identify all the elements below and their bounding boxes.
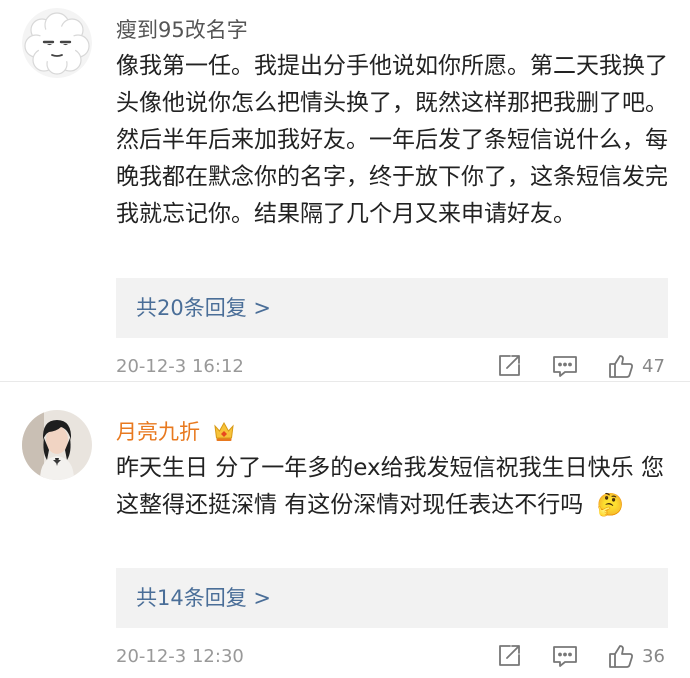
share-icon[interactable]	[496, 643, 522, 669]
comment-meta: 20-12-3 16:12 47	[116, 353, 676, 383]
comment-text: 昨天生日 分了一年多的ex给我发短信祝我生日快乐 您这整得还挺深情 有这份深情对…	[116, 450, 676, 524]
comment-divider	[0, 381, 690, 382]
view-replies-button[interactable]: 共14条回复 >	[116, 568, 668, 628]
replies-label: 共20条回复 >	[136, 296, 271, 320]
view-replies-button[interactable]: 共20条回复 >	[116, 278, 668, 338]
comment-timestamp: 20-12-3 16:12	[116, 356, 244, 377]
share-icon[interactable]	[496, 353, 522, 379]
username-text: 月亮九折	[116, 420, 200, 444]
replies-label: 共14条回复 >	[136, 586, 271, 610]
comment-username[interactable]: 瘦到95改名字	[116, 14, 248, 44]
vip-crown-badge-icon	[213, 421, 235, 447]
thinking-face-emoji: 🤔	[596, 493, 625, 518]
like-count: 36	[642, 646, 665, 667]
comment-meta: 20-12-3 12:30 36	[116, 643, 676, 673]
comment-username[interactable]: 月亮九折	[116, 416, 235, 447]
like-count: 47	[642, 356, 665, 377]
cartoon-sheep-avatar[interactable]	[22, 8, 92, 78]
comment-icon[interactable]	[552, 643, 578, 669]
thumbs-up-icon[interactable]	[608, 643, 634, 669]
comment-text: 像我第一任。我提出分手他说如你所愿。第二天我换了头像他说你怎么把情头换了，既然这…	[116, 53, 668, 227]
comment-text-content: 昨天生日 分了一年多的ex给我发短信祝我生日快乐 您这整得还挺深情 有这份深情对…	[116, 455, 664, 518]
person-photo-avatar[interactable]	[22, 410, 92, 480]
comment-timestamp: 20-12-3 12:30	[116, 646, 244, 667]
thumbs-up-icon[interactable]	[608, 353, 634, 379]
comment-icon[interactable]	[552, 353, 578, 379]
